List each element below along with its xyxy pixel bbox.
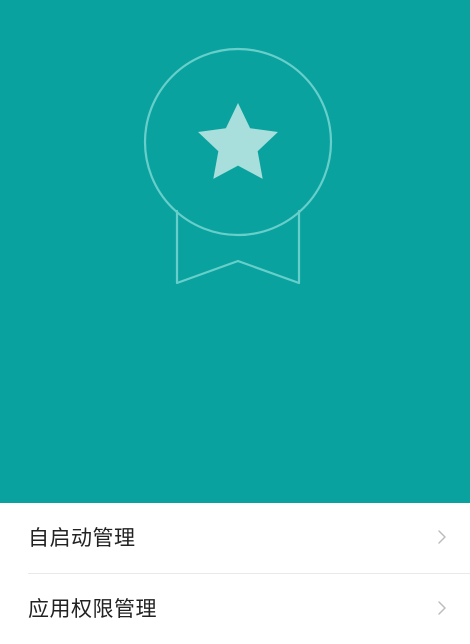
- list-item-label: 自启动管理: [28, 526, 136, 550]
- security-settings-screen: 自启动管理 应用权限管理: [0, 0, 470, 642]
- star-shape: [198, 103, 278, 179]
- list-item-autostart-management[interactable]: 自启动管理: [0, 503, 470, 574]
- hero-banner: [0, 0, 470, 503]
- chevron-right-icon: [438, 601, 446, 615]
- medal-ribbon: [175, 209, 301, 285]
- chevron-right-icon: [438, 530, 446, 544]
- list-item-label: 应用权限管理: [28, 597, 157, 621]
- medal-star-icon: [143, 47, 333, 285]
- list-item-app-permission-management[interactable]: 应用权限管理: [0, 574, 470, 644]
- settings-list: 自启动管理 应用权限管理: [0, 503, 470, 642]
